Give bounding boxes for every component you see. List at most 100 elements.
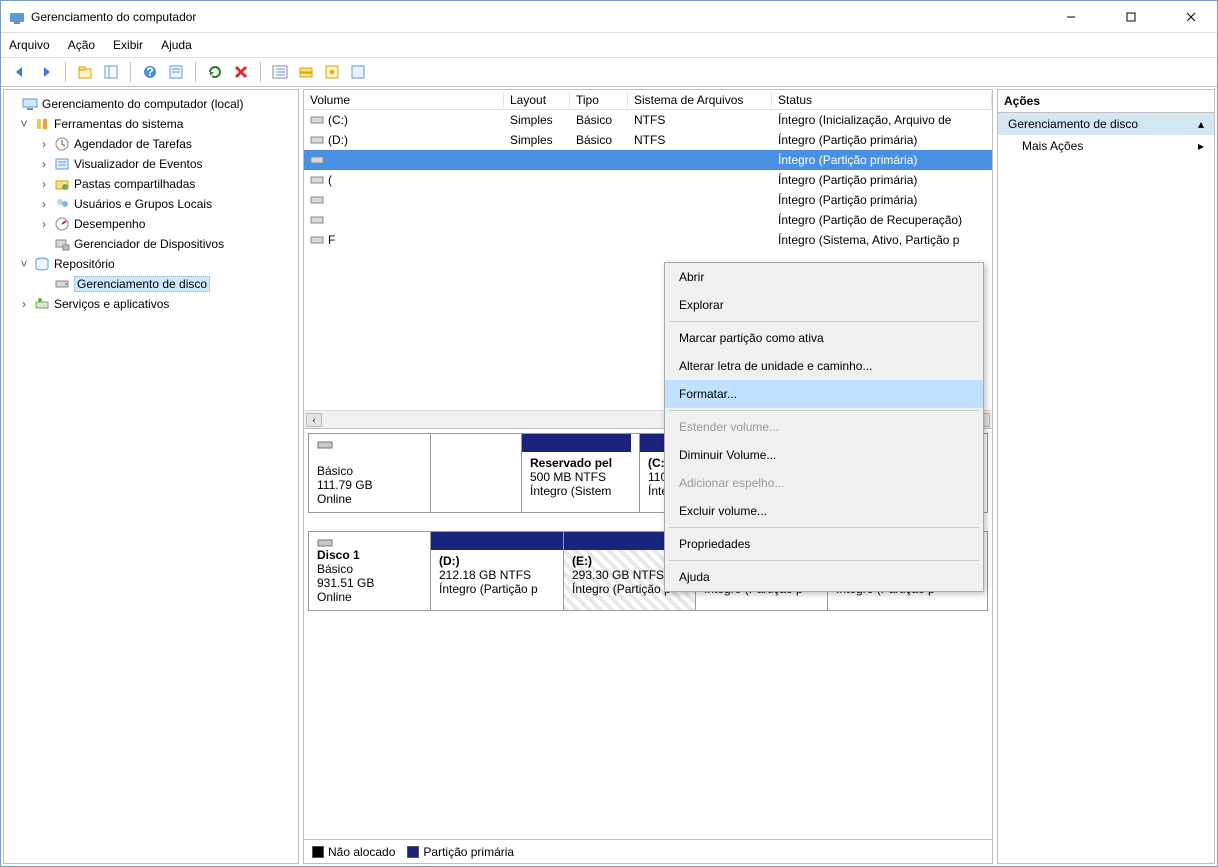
app-icon	[9, 9, 25, 25]
console-tree[interactable]: Gerenciamento do computador (local) ˅ Fe…	[3, 89, 299, 864]
storage-icon	[34, 256, 50, 272]
computer-icon	[22, 96, 38, 112]
expand-icon[interactable]: ›	[18, 297, 30, 311]
col-volume[interactable]: Volume	[304, 93, 504, 107]
tree-root[interactable]: Gerenciamento do computador (local)	[6, 94, 296, 114]
action-more[interactable]: Mais Ações ▸	[998, 135, 1214, 157]
clock-icon	[54, 136, 70, 152]
expand-icon[interactable]: ›	[38, 157, 50, 171]
drive-icon	[310, 173, 324, 187]
scroll-left-button[interactable]: ‹	[306, 413, 322, 427]
list-view-button[interactable]	[269, 61, 291, 83]
collapse-icon[interactable]: ˅	[18, 257, 30, 271]
volume-row[interactable]: Íntegro (Partição primária)	[304, 190, 992, 210]
maximize-button[interactable]	[1113, 7, 1149, 27]
col-fs[interactable]: Sistema de Arquivos	[628, 93, 772, 107]
extra-button[interactable]	[347, 61, 369, 83]
volume-row[interactable]: (Íntegro (Partição primária)	[304, 170, 992, 190]
tools-icon	[34, 116, 50, 132]
ctx-change-letter[interactable]: Alterar letra de unidade e caminho...	[665, 352, 983, 380]
performance-icon	[54, 216, 70, 232]
partition[interactable]: Reservado pel500 MB NTFSÍntegro (Sistem	[521, 434, 631, 512]
chevron-up-icon: ▴	[1198, 117, 1204, 131]
actions-title: Ações	[998, 90, 1214, 113]
properties-button[interactable]	[165, 61, 187, 83]
actions-pane: Ações Gerenciamento de disco ▴ Mais Açõe…	[997, 89, 1215, 864]
col-tipo[interactable]: Tipo	[570, 93, 628, 107]
tree-event-viewer[interactable]: ›Visualizador de Eventos	[6, 154, 296, 174]
event-icon	[54, 156, 70, 172]
settings-button[interactable]	[321, 61, 343, 83]
center-pane: Volume Layout Tipo Sistema de Arquivos S…	[303, 89, 993, 864]
menubar: Arquivo Ação Exibir Ajuda	[1, 33, 1217, 57]
close-button[interactable]	[1173, 7, 1209, 27]
ctx-mark-active[interactable]: Marcar partição como ativa	[665, 324, 983, 352]
tree-storage[interactable]: ˅Repositório	[6, 254, 296, 274]
expand-icon[interactable]: ›	[38, 137, 50, 151]
drive-icon	[310, 113, 324, 127]
chevron-right-icon: ▸	[1198, 139, 1204, 153]
ctx-help[interactable]: Ajuda	[665, 563, 983, 591]
show-hide-button[interactable]	[100, 61, 122, 83]
legend: Não alocado Partição primária	[304, 839, 992, 863]
forward-button[interactable]	[35, 61, 57, 83]
ctx-shrink[interactable]: Diminuir Volume...	[665, 441, 983, 469]
drive-icon	[310, 213, 324, 227]
delete-button[interactable]	[230, 61, 252, 83]
users-icon	[54, 196, 70, 212]
back-button[interactable]	[9, 61, 31, 83]
volume-header: Volume Layout Tipo Sistema de Arquivos S…	[304, 90, 992, 110]
volume-row[interactable]: FÍntegro (Sistema, Ativo, Partição p	[304, 230, 992, 250]
folder-shared-icon	[54, 176, 70, 192]
disk-view-button[interactable]	[295, 61, 317, 83]
volume-row[interactable]: Íntegro (Partição de Recuperação)	[304, 210, 992, 230]
refresh-button[interactable]	[204, 61, 226, 83]
ctx-explore[interactable]: Explorar	[665, 291, 983, 319]
services-icon	[34, 296, 50, 312]
ctx-delete[interactable]: Excluir volume...	[665, 497, 983, 525]
menu-exibir[interactable]: Exibir	[113, 38, 143, 52]
svg-text:?: ?	[146, 65, 153, 79]
tree-performance[interactable]: ›Desempenho	[6, 214, 296, 234]
action-disk-management[interactable]: Gerenciamento de disco ▴	[998, 113, 1214, 135]
tree-device-manager[interactable]: Gerenciador de Dispositivos	[6, 234, 296, 254]
titlebar: Gerenciamento do computador	[1, 1, 1217, 33]
col-layout[interactable]: Layout	[504, 93, 570, 107]
toolbar: ?	[1, 57, 1217, 87]
menu-arquivo[interactable]: Arquivo	[9, 38, 50, 52]
tree-task-scheduler[interactable]: ›Agendador de Tarefas	[6, 134, 296, 154]
device-icon	[54, 236, 70, 252]
minimize-button[interactable]	[1053, 7, 1089, 27]
help-button[interactable]: ?	[139, 61, 161, 83]
tree-system-tools[interactable]: ˅ Ferramentas do sistema	[6, 114, 296, 134]
swatch-primary	[407, 846, 419, 858]
disk-info: Básico111.79 GBOnline	[309, 434, 431, 512]
collapse-icon[interactable]: ˅	[18, 117, 30, 131]
volume-row[interactable]: (C:)SimplesBásicoNTFSÍntegro (Inicializa…	[304, 110, 992, 130]
tree-local-users[interactable]: ›Usuários e Grupos Locais	[6, 194, 296, 214]
expand-icon[interactable]: ›	[38, 197, 50, 211]
context-menu: Abrir Explorar Marcar partição como ativ…	[664, 262, 984, 592]
swatch-unallocated	[312, 846, 324, 858]
tree-services-apps[interactable]: ›Serviços e aplicativos	[6, 294, 296, 314]
disk-icon	[317, 440, 422, 450]
col-status[interactable]: Status	[772, 93, 992, 107]
ctx-mirror: Adicionar espelho...	[665, 469, 983, 497]
ctx-properties[interactable]: Propriedades	[665, 530, 983, 558]
body: Gerenciamento do computador (local) ˅ Fe…	[1, 87, 1217, 866]
tree-shared-folders[interactable]: ›Pastas compartilhadas	[6, 174, 296, 194]
ctx-format[interactable]: Formatar...	[665, 380, 983, 408]
menu-ajuda[interactable]: Ajuda	[161, 38, 192, 52]
tree-disk-management[interactable]: Gerenciamento de disco	[6, 274, 296, 294]
ctx-open[interactable]: Abrir	[665, 263, 983, 291]
menu-acao[interactable]: Ação	[68, 38, 95, 52]
expand-icon[interactable]: ›	[38, 177, 50, 191]
partition[interactable]: (D:)212.18 GB NTFSÍntegro (Partição p	[431, 532, 563, 610]
volume-row[interactable]: (D:)SimplesBásicoNTFSÍntegro (Partição p…	[304, 130, 992, 150]
disk-icon	[317, 538, 422, 548]
expand-icon[interactable]: ›	[38, 217, 50, 231]
volume-row[interactable]: Íntegro (Partição primária)	[304, 150, 992, 170]
drive-icon	[310, 133, 324, 147]
drive-icon	[310, 153, 324, 167]
up-button[interactable]	[74, 61, 96, 83]
